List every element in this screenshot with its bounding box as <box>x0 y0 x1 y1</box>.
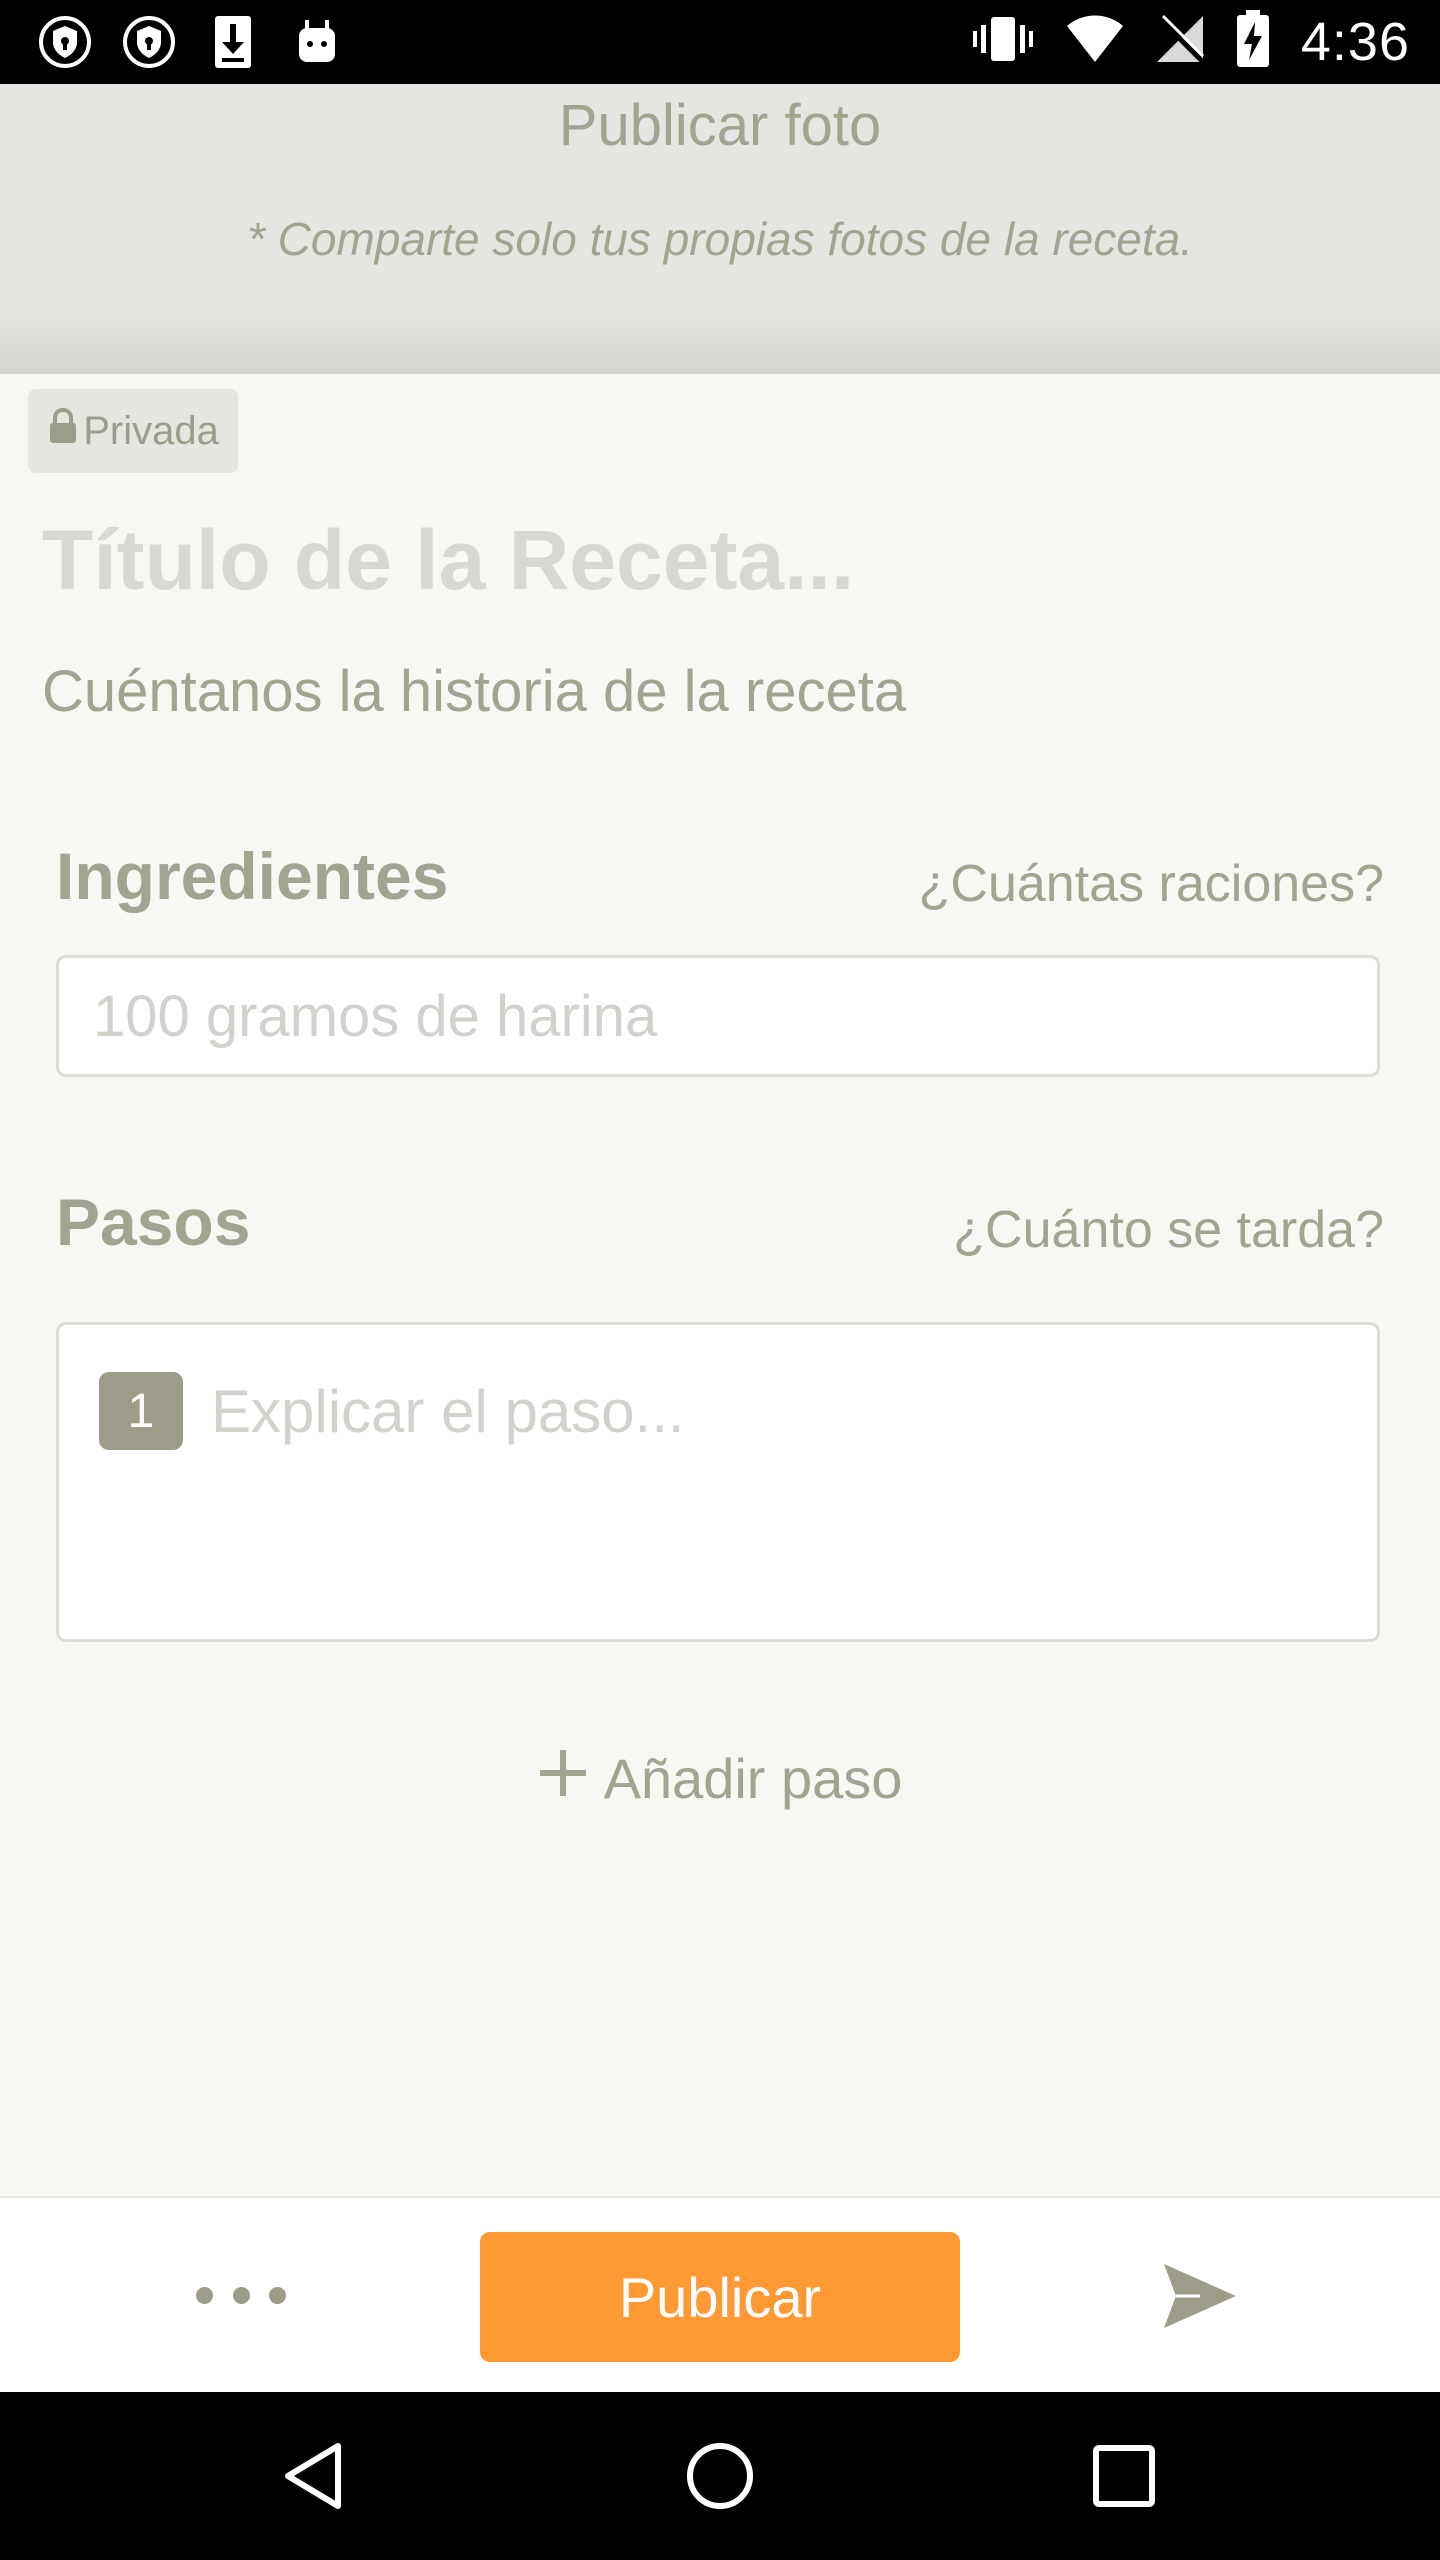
step-number-badge: 1 <box>99 1372 183 1450</box>
send-icon <box>1164 2264 1236 2328</box>
ingredient-placeholder: 100 gramos de harina <box>93 983 658 1049</box>
lock-icon <box>47 407 79 455</box>
wifi-icon <box>1065 14 1125 69</box>
download-icon <box>202 14 264 70</box>
bottom-action-bar: Publicar <box>0 2196 1440 2394</box>
no-signal-icon <box>1155 14 1205 69</box>
duration-link[interactable]: ¿Cuánto se tarda? <box>953 1200 1384 1260</box>
photo-upload-note: * Comparte solo tus propias fotos de la … <box>246 213 1194 265</box>
steps-heading: Pasos <box>56 1185 251 1259</box>
vibrate-icon <box>971 11 1035 72</box>
shield-lock-icon <box>34 14 96 70</box>
plus-icon <box>538 1746 588 1811</box>
clock: 4:36 <box>1300 11 1410 72</box>
android-icon <box>286 14 348 70</box>
step-input[interactable]: 1 Explicar el paso... <box>56 1322 1380 1642</box>
more-dot <box>269 2286 286 2304</box>
publish-button[interactable]: Publicar <box>480 2232 960 2362</box>
shield-lock-icon <box>118 14 180 70</box>
recents-icon[interactable] <box>1084 2436 1164 2516</box>
step-placeholder: Explicar el paso... <box>211 1378 685 1445</box>
more-horizontal-icon <box>196 2286 213 2304</box>
recipe-title-input[interactable]: Título de la Receta... <box>42 512 854 609</box>
ingredient-input[interactable]: 100 gramos de harina <box>56 955 1380 1077</box>
add-step-button[interactable]: Añadir paso <box>0 1746 1440 1811</box>
home-icon[interactable] <box>680 2436 760 2516</box>
system-nav-bar <box>0 2392 1440 2560</box>
battery-charging-icon <box>1235 10 1271 73</box>
privacy-toggle[interactable]: Privada <box>28 389 238 473</box>
add-step-label: Añadir paso <box>603 1747 903 1810</box>
recipe-story-input[interactable]: Cuéntanos la historia de la receta <box>42 658 906 725</box>
send-button[interactable] <box>1160 2256 1240 2336</box>
back-icon[interactable] <box>276 2436 356 2516</box>
ingredients-heading: Ingredientes <box>56 839 449 913</box>
photo-upload-title[interactable]: Publicar foto <box>0 92 1440 159</box>
servings-link[interactable]: ¿Cuántas raciones? <box>919 854 1384 914</box>
more-options-button[interactable] <box>196 2270 286 2320</box>
status-right-icons: 4:36 <box>971 10 1410 73</box>
more-dot <box>232 2286 250 2304</box>
status-bar: 4:36 <box>0 0 1440 84</box>
privacy-label: Privada <box>83 408 219 453</box>
status-left-icons <box>34 14 348 70</box>
